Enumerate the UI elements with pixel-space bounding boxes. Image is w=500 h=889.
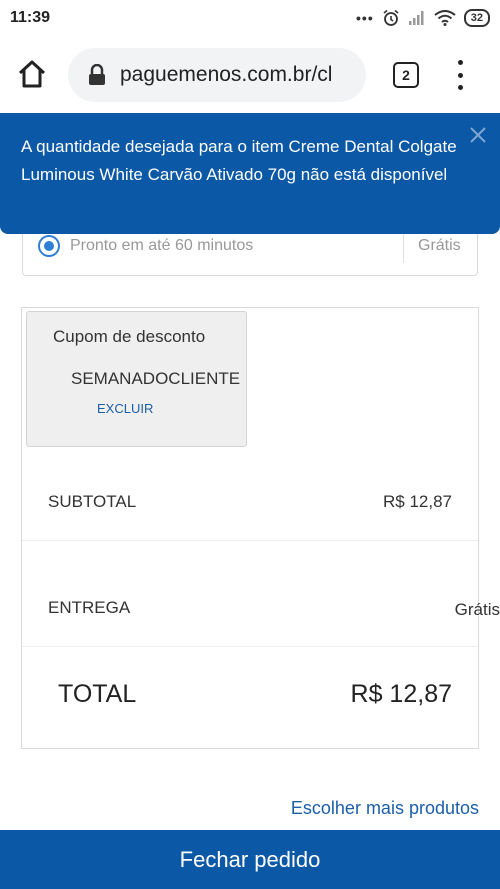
close-icon[interactable] [468, 125, 488, 145]
subtotal-label: SUBTOTAL [48, 492, 137, 511]
delivery-option-price: Grátis [418, 237, 461, 254]
home-icon[interactable] [16, 58, 48, 90]
coupon-box: Cupom de desconto SEMANADOCLIENTE EXCLUI… [26, 311, 247, 447]
overflow-menu-icon[interactable] [452, 60, 468, 90]
notification-dots-icon: ••• [356, 10, 374, 26]
coupon-code: SEMANADOCLIENTE [71, 369, 241, 388]
delivery-radio[interactable] [38, 235, 60, 257]
tab-switcher-button[interactable]: 2 [393, 62, 419, 88]
subtotal-value: R$ 12,87 [383, 492, 452, 511]
status-time: 11:39 [10, 9, 51, 26]
signal-icon [408, 11, 424, 25]
delivery-option-label: Pronto em até 60 minutos [70, 237, 254, 254]
wifi-icon [434, 10, 456, 26]
url-text: paguemenos.com.br/cl [120, 63, 333, 86]
coupon-remove-link[interactable]: EXCLUIR [97, 401, 153, 416]
total-value: R$ 12,87 [350, 680, 452, 708]
order-summary: Cupom de desconto SEMANADOCLIENTE EXCLUI… [21, 307, 500, 749]
battery-icon: 32 [463, 9, 490, 27]
lock-icon [89, 64, 105, 85]
status-icons: ••• 32 [356, 9, 490, 27]
delivery-value: Grátis [454, 600, 500, 619]
browser-toolbar: paguemenos.com.br/cl 2 [0, 40, 500, 110]
divider [22, 540, 478, 541]
checkout-button[interactable]: Fechar pedido [0, 830, 500, 889]
unavailable-item-alert: A quantidade desejada para o item Creme … [0, 113, 500, 234]
divider [22, 646, 478, 647]
delivery-label: ENTREGA [48, 598, 131, 617]
total-label: TOTAL [58, 680, 137, 708]
url-bar[interactable]: paguemenos.com.br/cl [68, 48, 366, 102]
status-bar: 11:39 ••• 32 [0, 0, 500, 36]
alarm-icon [383, 9, 399, 26]
alert-message: A quantidade desejada para o item Creme … [21, 137, 457, 184]
more-products-link[interactable]: Escolher mais produtos [291, 798, 479, 819]
coupon-title: Cupom de desconto [53, 327, 206, 346]
delivery-divider [403, 231, 404, 263]
